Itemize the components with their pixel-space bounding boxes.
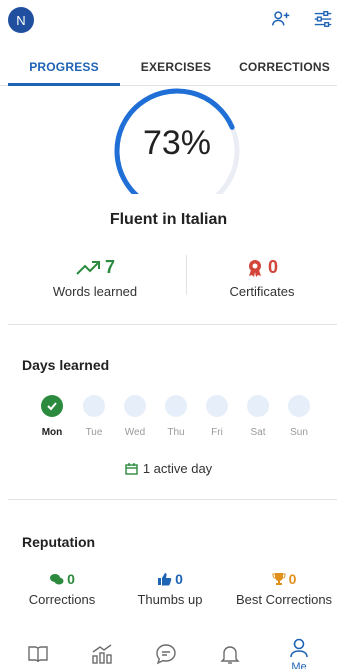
active-tab-indicator [8, 83, 120, 86]
reputation-thumbs-up[interactable]: 0 Thumbs up [122, 571, 218, 608]
days-learned-title: Days learned [22, 357, 110, 373]
level-title: Fluent in Italian [109, 211, 228, 228]
notifications-bell-icon[interactable] [218, 642, 242, 666]
reputation-corrections[interactable]: 0 Corrections [14, 571, 110, 608]
stats-divider [186, 255, 187, 295]
chat-icon[interactable] [154, 642, 178, 666]
words-learned-value: 7 [104, 257, 115, 277]
tab-bar: PROGRESS EXERCISES CORRECTIONS [0, 48, 337, 86]
day-label: Wed [124, 427, 146, 438]
award-icon [248, 259, 261, 277]
check-icon [47, 402, 57, 411]
active-days-summary: 1 active day [0, 461, 337, 476]
tab-progress[interactable]: PROGRESS [8, 48, 120, 86]
day-label: Sat [250, 427, 266, 438]
certificates-label: Certificates [229, 284, 295, 299]
section-divider [8, 324, 337, 325]
thumbs-up-label: Thumbs up [137, 592, 203, 607]
day-completed-dot [41, 395, 63, 417]
add-friend-icon[interactable] [270, 8, 292, 30]
reputation-best-corrections[interactable]: 0 Best Corrections [232, 571, 336, 608]
words-learned-label: Words learned [52, 284, 138, 299]
corrections-count: 0 [67, 571, 75, 587]
day-label: Mon [41, 427, 63, 438]
day-wed: Wed [117, 395, 153, 438]
corrections-label: Corrections [28, 592, 96, 607]
certificates-stat[interactable]: 0 Certificates [192, 257, 332, 299]
bottom-navigation: Me [0, 632, 337, 669]
tab-corrections[interactable]: CORRECTIONS [232, 48, 337, 86]
day-mon: Mon [34, 395, 70, 438]
day-tue: Tue [76, 395, 112, 438]
top-bar: N [0, 0, 337, 44]
day-dot [247, 395, 269, 417]
day-dot [288, 395, 310, 417]
day-sat: Sat [240, 395, 276, 438]
nav-me-label: Me [291, 661, 307, 669]
section-divider [8, 499, 337, 500]
day-label: Fri [211, 427, 223, 438]
day-dot [206, 395, 228, 417]
chat-bubbles-icon [50, 573, 64, 584]
certificates-value: 0 [267, 257, 278, 277]
best-corrections-count: 0 [288, 571, 297, 587]
calendar-icon [125, 462, 138, 475]
day-sun: Sun [281, 395, 317, 438]
avatar[interactable]: N [8, 7, 34, 33]
day-dot [83, 395, 105, 417]
day-fri: Fri [199, 395, 235, 438]
reputation-title: Reputation [22, 534, 96, 550]
day-label: Thu [167, 427, 185, 438]
day-dot [124, 395, 146, 417]
day-thu: Thu [158, 395, 194, 438]
words-learned-stat[interactable]: 7 Words learned [20, 257, 170, 299]
active-days-text: 1 active day [142, 461, 213, 476]
book-icon[interactable] [26, 642, 50, 666]
day-label: Tue [85, 427, 103, 438]
progress-percent: 73% [142, 124, 212, 162]
profile-icon [290, 638, 308, 658]
trending-up-icon [76, 260, 100, 275]
best-corrections-label: Best Corrections [235, 592, 333, 607]
trophy-icon [272, 573, 286, 585]
statistics-icon[interactable] [90, 642, 114, 666]
thumbs-up-count: 0 [175, 571, 183, 587]
settings-sliders-icon[interactable] [312, 8, 334, 30]
day-dot [165, 395, 187, 417]
thumbs-up-icon [158, 573, 172, 586]
day-label: Sun [290, 427, 308, 438]
tab-exercises[interactable]: EXERCISES [120, 48, 232, 86]
nav-me[interactable]: Me [284, 638, 314, 669]
